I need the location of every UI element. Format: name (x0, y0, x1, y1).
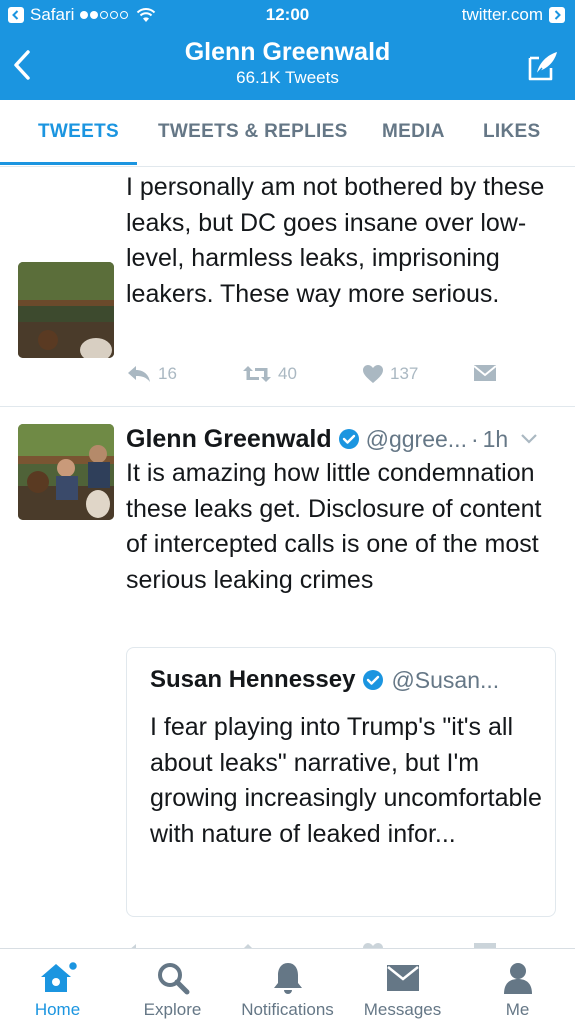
tab-tweets[interactable]: TWEETS (38, 100, 119, 164)
nav-explore[interactable]: Explore (115, 949, 230, 1025)
nav-home[interactable]: Home (0, 949, 115, 1025)
url-indicator[interactable]: twitter.com (462, 5, 565, 25)
retweet-count: 40 (278, 364, 297, 383)
nav-label: Messages (363, 1000, 442, 1019)
nav-notifications[interactable]: Notifications (230, 949, 345, 1025)
person-icon (503, 963, 532, 994)
quoted-tweet[interactable]: Susan Hennessey @Susan... I fear playing… (126, 647, 556, 917)
tweet-time: 1h (482, 425, 509, 452)
verified-badge-icon (363, 670, 384, 690)
reply-count: 16 (158, 364, 177, 383)
tweet-header: Glenn Greenwald @ggree... · 1h (126, 422, 566, 456)
reply-button[interactable]: 16 (126, 364, 177, 384)
like-count: 137 (390, 364, 419, 383)
separator-dot: · (470, 425, 479, 452)
avatar[interactable] (18, 262, 114, 358)
nav-me[interactable]: Me (460, 949, 575, 1025)
tab-media[interactable]: MEDIA (382, 100, 445, 164)
nav-messages[interactable]: Messages (345, 949, 460, 1025)
profile-tabs: TWEETS TWEETS & REPLIES MEDIA LIKES (0, 100, 575, 167)
like-button[interactable]: 137 (362, 364, 418, 384)
chevron-down-icon[interactable] (520, 433, 538, 445)
quoted-tweet-text: I fear playing into Trump's "it's all ab… (150, 713, 542, 848)
direct-message-button[interactable] (473, 364, 503, 382)
bottom-navigation: Home Explore Notifications Messages Me (0, 948, 575, 1025)
tweet-count: 66.1K Tweets (236, 68, 339, 87)
search-icon (157, 963, 189, 995)
url-label: twitter.com (461, 5, 543, 24)
envelope-icon (473, 365, 497, 381)
nav-label: Notifications (241, 1000, 334, 1019)
envelope-icon (386, 965, 419, 991)
heart-icon (363, 365, 383, 383)
quoted-tweet-header: Susan Hennessey @Susan... (150, 666, 499, 694)
tab-likes[interactable]: LIKES (483, 100, 540, 164)
tweet-text: I personally am not bothered by these le… (126, 173, 545, 308)
status-bar: Safari 12:00 twitter.com (0, 0, 575, 30)
active-tab-indicator (0, 162, 137, 165)
bell-icon (273, 963, 302, 994)
tweet-feed[interactable]: I personally am not bothered by these le… (0, 166, 575, 948)
compose-tweet-icon[interactable] (525, 48, 561, 84)
nav-label: Me (505, 1000, 530, 1019)
tweet[interactable]: I personally am not bothered by these le… (0, 166, 575, 406)
avatar[interactable] (18, 424, 114, 520)
author-name[interactable]: Glenn Greenwald (126, 425, 332, 454)
verified-badge-icon (338, 429, 359, 449)
home-icon (40, 961, 78, 992)
author-handle[interactable]: @ggree... (366, 426, 467, 453)
retweet-button[interactable]: 40 (242, 364, 297, 384)
tweet-text: It is amazing how little condemnation th… (126, 459, 542, 594)
tab-tweets-and-replies[interactable]: TWEETS & REPLIES (158, 100, 348, 164)
profile-header: Glenn Greenwald 66.1K Tweets (0, 30, 575, 100)
retweet-icon (243, 366, 271, 382)
nav-label: Home (34, 1000, 81, 1019)
quoted-author-handle: @Susan... (391, 666, 500, 693)
nav-label: Explore (143, 1000, 202, 1019)
quoted-author-name: Susan Hennessey (150, 666, 356, 693)
page-title: Glenn Greenwald (184, 38, 391, 66)
reply-icon (128, 366, 150, 382)
tweet-actions: 16 40 137 (126, 364, 546, 390)
forward-arrow-icon (549, 7, 565, 23)
